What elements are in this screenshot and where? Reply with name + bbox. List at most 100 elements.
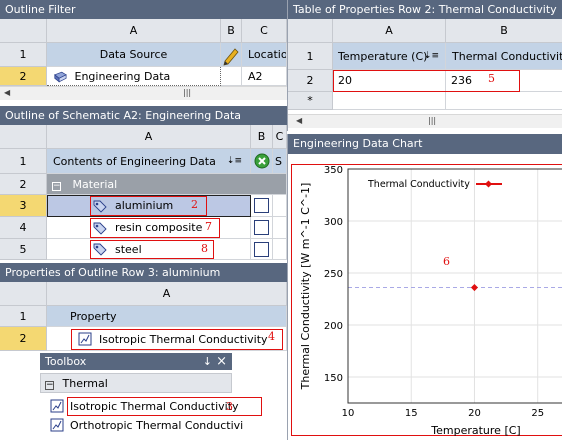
clear-filter-button[interactable]	[251, 149, 273, 174]
pin-icon[interactable]: ↓	[203, 353, 212, 370]
col-header-blank	[0, 125, 47, 149]
x-circle-icon	[254, 153, 270, 169]
header-source[interactable]: S	[273, 149, 287, 174]
chart-grid	[347, 168, 562, 403]
row-number-1[interactable]: 1	[0, 43, 47, 67]
y-tick-label-4: 350	[324, 165, 343, 176]
properties-table-title: Table of Properties Row 2: Thermal Condu…	[288, 0, 562, 19]
scroll-grip-icon[interactable]: |||	[428, 116, 436, 125]
row-number-2[interactable]: 2	[0, 67, 47, 86]
header-temperature[interactable]: Temperature (C) ⇣≡	[333, 43, 446, 70]
header-contents-label: Contents of Engineering Data	[53, 155, 216, 168]
legend-series-marker	[484, 180, 493, 188]
resin-checkbox[interactable]	[254, 220, 269, 235]
collapse-icon[interactable]: −	[45, 381, 54, 390]
col-header-c[interactable]: C	[273, 125, 287, 149]
annotation-4: 4	[268, 330, 275, 343]
schematic-outline-panel: Outline of Schematic A2: Engineering Dat…	[0, 106, 287, 260]
outline-filter-panel: Outline Filter A B C 1 Data Source Locat…	[0, 0, 287, 100]
annotation-7: 7	[205, 220, 212, 233]
aluminium-checkbox[interactable]	[254, 198, 269, 213]
row-number-2[interactable]: 2	[0, 174, 47, 195]
header-property[interactable]: Property	[47, 306, 287, 327]
row-number-4[interactable]: 4	[0, 217, 47, 239]
schematic-outline-title: Outline of Schematic A2: Engineering Dat…	[0, 106, 287, 125]
book-icon	[54, 71, 67, 83]
engineering-data-row[interactable]: Engineering Data	[47, 67, 221, 86]
aluminium-label: aluminium	[115, 199, 174, 212]
row-number-3[interactable]: 3	[0, 195, 47, 217]
edit-pencil-icon[interactable]	[221, 43, 242, 67]
scroll-left-arrow[interactable]: ◀	[4, 88, 10, 97]
row-number-1[interactable]: 1	[288, 43, 333, 70]
col-header-b[interactable]: B	[446, 19, 562, 43]
row-number-5[interactable]: 5	[0, 239, 47, 260]
material-tag-icon	[93, 200, 107, 213]
toolbox-title: Toolbox ↓ ×	[40, 353, 232, 370]
steel-checkbox-cell[interactable]	[251, 239, 273, 260]
engineering-data-chart-panel: Engineering Data Chart 10 15 20 25 150 200 250…	[287, 134, 562, 440]
aluminium-checkbox-cell[interactable]	[251, 195, 273, 217]
thermal-group-header[interactable]: − Thermal	[40, 373, 232, 393]
toolbox-orthotropic-label: Orthotropic Thermal Conductivi	[70, 419, 244, 432]
isotropic-property-label: Isotropic Thermal Conductivity	[99, 333, 268, 346]
properties-outline-panel: Properties of Outline Row 3: aluminium A…	[0, 263, 287, 353]
col-header-b[interactable]: B	[221, 19, 242, 43]
legend-series-label: Thermal Conductivity	[367, 179, 470, 190]
col-header-b[interactable]: B	[251, 125, 273, 149]
properties-table-scrollbar[interactable]: ◀ |||	[288, 114, 562, 128]
chart-property-icon	[50, 418, 64, 432]
col-header-a[interactable]: A	[47, 125, 251, 149]
new-row-cell-b[interactable]	[446, 92, 562, 110]
col-header-blank	[0, 282, 47, 306]
row-number-new[interactable]: *	[288, 92, 333, 110]
resin-composite-label: resin composite	[115, 221, 203, 234]
resin-source-cell[interactable]	[273, 217, 287, 239]
chart-property-icon	[78, 332, 92, 346]
x-tick-label-1: 15	[405, 408, 418, 419]
col-header-c[interactable]: C	[242, 19, 287, 43]
material-tag-icon	[93, 222, 107, 235]
header-data-source[interactable]: Data Source	[47, 43, 221, 67]
y-axis-title: Thermal Conductivity [W m^-1 C^-1]	[299, 183, 312, 391]
sort-icon[interactable]: ⇣≡	[424, 43, 439, 69]
row-number-2[interactable]: 2	[0, 327, 47, 351]
scroll-left-arrow[interactable]: ◀	[296, 116, 302, 125]
material-group-row[interactable]: − Material	[47, 174, 287, 195]
header-thermal-conductivity[interactable]: Thermal Conductivity (	[446, 43, 562, 70]
col-header-a[interactable]: A	[47, 282, 287, 306]
steel-source-cell[interactable]	[273, 239, 287, 260]
properties-outline-title: Properties of Outline Row 3: aluminium	[0, 263, 287, 282]
scroll-grip-icon[interactable]: |||	[183, 88, 191, 97]
outline-filter-scrollbar[interactable]: ◀ |||	[0, 86, 287, 100]
aluminium-source-cell[interactable]	[273, 195, 287, 217]
new-row-cell-a[interactable]	[333, 92, 446, 110]
row2-location[interactable]: A2	[242, 67, 287, 86]
header-location[interactable]: Locatio	[242, 43, 287, 67]
x-tick-label-3: 25	[531, 408, 544, 419]
collapse-icon[interactable]: −	[52, 182, 61, 191]
annotation-6: 6	[443, 255, 450, 268]
header-contents[interactable]: Contents of Engineering Data ⇣≡	[47, 149, 251, 174]
row-number-2[interactable]: 2	[288, 70, 333, 92]
toolbox-panel: Toolbox ↓ × − Thermal Isotropic Thermal …	[40, 353, 262, 440]
row2-col-b[interactable]	[221, 67, 242, 86]
properties-table-panel: Table of Properties Row 2: Thermal Condu…	[287, 0, 562, 131]
material-group-label: Material	[72, 178, 118, 191]
x-tick-label-2: 20	[468, 408, 481, 419]
close-icon[interactable]: ×	[216, 353, 227, 370]
x-axis-title: Temperature [C]	[430, 424, 520, 437]
resin-checkbox-cell[interactable]	[251, 217, 273, 239]
steel-label: steel	[115, 243, 142, 256]
sort-icon[interactable]: ⇣≡	[227, 149, 242, 173]
annotation-3: 3	[226, 400, 233, 413]
row-number-1[interactable]: 1	[0, 306, 47, 327]
col-header-a[interactable]: A	[47, 19, 221, 43]
header-temperature-label: Temperature (C)	[338, 50, 428, 63]
row-number-1[interactable]: 1	[0, 149, 47, 174]
chart-title-bar: Engineering Data Chart	[288, 134, 562, 154]
data-point-0-0[interactable]	[470, 284, 479, 292]
col-header-blank	[288, 19, 333, 43]
steel-checkbox[interactable]	[254, 242, 269, 257]
col-header-a[interactable]: A	[333, 19, 446, 43]
